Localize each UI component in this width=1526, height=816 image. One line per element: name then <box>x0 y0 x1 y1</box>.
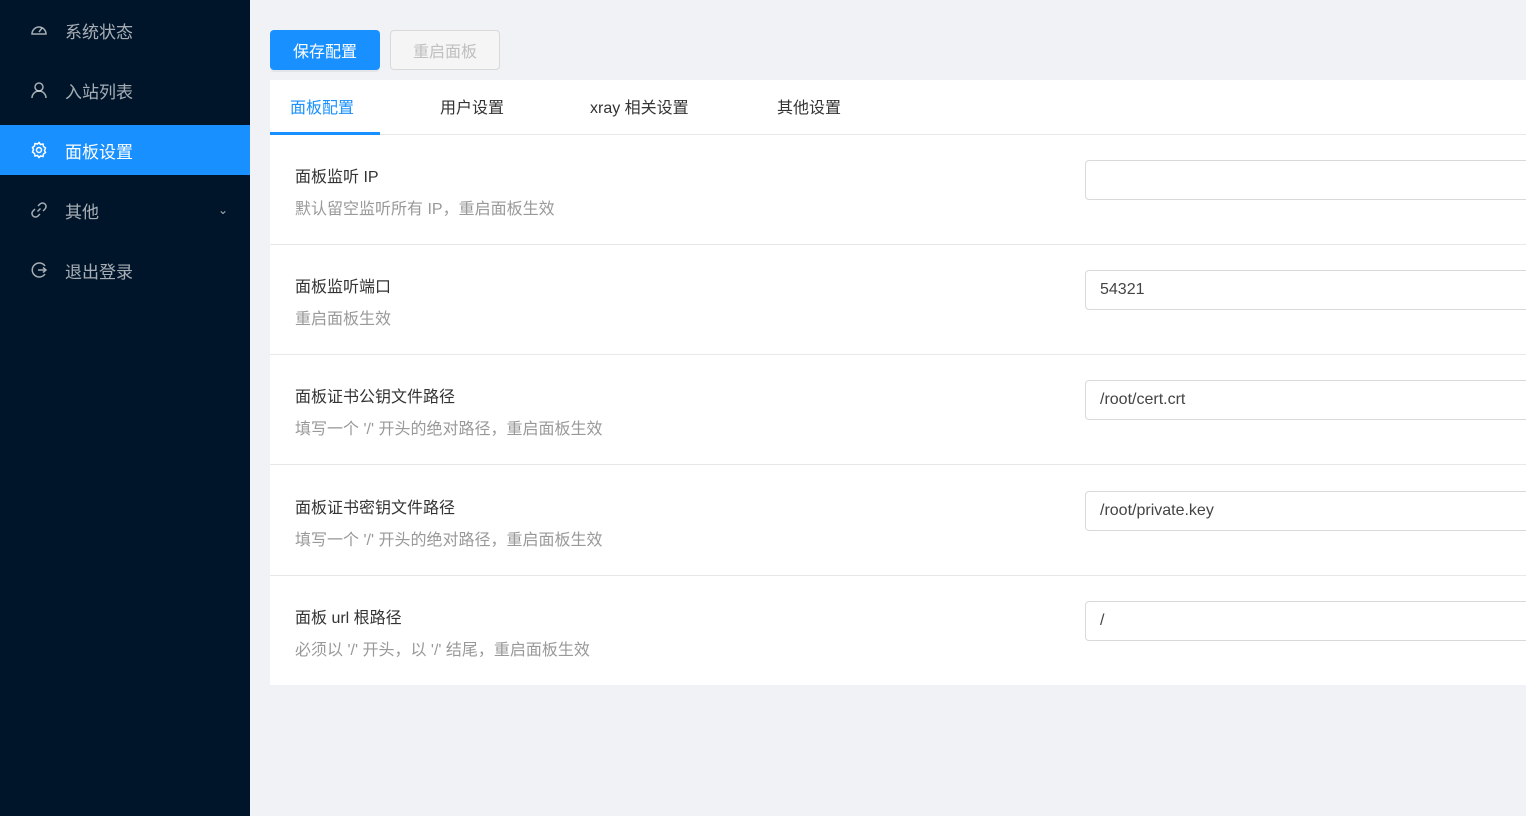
setting-description: 填写一个 '/' 开头的绝对路径，重启面板生效 <box>295 421 603 438</box>
setting-description: 填写一个 '/' 开头的绝对路径，重启面板生效 <box>295 532 603 549</box>
sidebar-item-label: 面板设置 <box>65 142 133 162</box>
cert-file-input[interactable] <box>1085 380 1526 420</box>
setting-description: 默认留空监听所有 IP，重启面板生效 <box>295 201 555 218</box>
base-path-input[interactable] <box>1085 601 1526 641</box>
sidebar-item-inbounds[interactable]: 入站列表 <box>0 65 250 115</box>
sidebar-item-settings[interactable]: 面板设置 <box>0 125 250 175</box>
setting-title: 面板证书公钥文件路径 <box>295 389 456 406</box>
setting-row: 面板监听 IP 默认留空监听所有 IP，重启面板生效 <box>270 135 1526 245</box>
setting-title: 面板监听 IP <box>295 169 379 186</box>
chevron-down-icon: ⌄ <box>217 203 228 217</box>
sidebar-item-label: 系统状态 <box>65 22 133 42</box>
link-icon <box>30 201 48 219</box>
sidebar-item-label: 入站列表 <box>65 82 133 102</box>
dashboard-icon <box>30 21 48 39</box>
setting-row: 面板 url 根路径 必须以 '/' 开头，以 '/' 结尾，重启面板生效 <box>270 576 1526 686</box>
settings-tabs: 面板配置 用户设置 xray 相关设置 其他设置 <box>270 80 1526 135</box>
setting-description: 重启面板生效 <box>295 311 392 328</box>
setting-title: 面板证书密钥文件路径 <box>295 500 456 517</box>
setting-row: 面板证书密钥文件路径 填写一个 '/' 开头的绝对路径，重启面板生效 <box>270 466 1526 576</box>
sidebar-item-status[interactable]: 系统状态 <box>0 5 250 55</box>
tab-xray-settings[interactable]: xray 相关设置 <box>590 80 689 135</box>
tab-other-settings[interactable]: 其他设置 <box>777 80 841 135</box>
setting-description: 必须以 '/' 开头，以 '/' 结尾，重启面板生效 <box>295 642 590 659</box>
sidebar: 系统状态 入站列表 面板设置 其他 ⌄ 退出登录 <box>0 0 250 816</box>
setting-title: 面板 url 根路径 <box>295 610 402 627</box>
sidebar-item-logout[interactable]: 退出登录 <box>0 245 250 295</box>
listen-port-input[interactable] <box>1085 270 1526 310</box>
tab-panel-config[interactable]: 面板配置 <box>290 80 354 135</box>
listen-ip-input[interactable] <box>1085 160 1526 200</box>
sidebar-item-label: 其他 <box>65 202 99 222</box>
tab-user-settings[interactable]: 用户设置 <box>440 80 504 135</box>
restart-panel-button[interactable]: 重启面板 <box>390 30 500 70</box>
sidebar-item-other[interactable]: 其他 ⌄ <box>0 185 250 235</box>
logout-icon <box>30 261 48 279</box>
setting-row: 面板监听端口 重启面板生效 <box>270 245 1526 355</box>
user-icon <box>30 81 48 99</box>
sidebar-item-label: 退出登录 <box>65 262 133 282</box>
settings-card: 面板配置 用户设置 xray 相关设置 其他设置 面板监听 IP 默认留空监听所… <box>270 80 1526 685</box>
gear-icon <box>30 141 48 159</box>
key-file-input[interactable] <box>1085 491 1526 531</box>
setting-row: 面板证书公钥文件路径 填写一个 '/' 开头的绝对路径，重启面板生效 <box>270 355 1526 465</box>
setting-title: 面板监听端口 <box>295 279 392 296</box>
save-config-button[interactable]: 保存配置 <box>270 30 380 70</box>
